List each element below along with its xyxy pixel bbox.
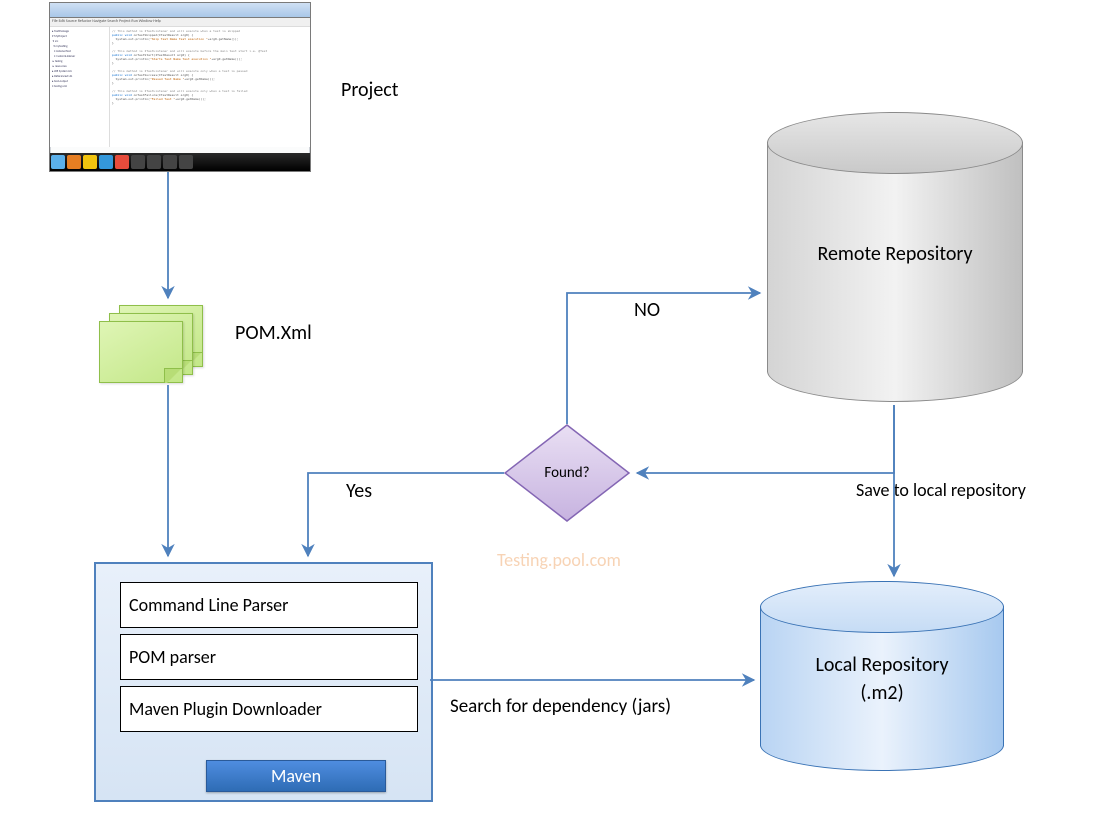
found-decision: Found? [503,423,631,523]
watermark: Testing.pool.com [497,549,621,571]
ide-menubar: File Edit Source Refactor Navigate Searc… [50,18,310,27]
arrow-no-to-remote [567,293,760,424]
local-repo-label-1: Local Repository [760,653,1004,677]
save-label: Save to local repository [856,479,1026,501]
local-repo-label-2: (.m2) [760,681,1004,705]
yes-label: Yes [346,479,372,503]
search-label: Search for dependency (jars) [450,695,671,718]
arrow-yes-to-maven [308,473,504,556]
maven-box: Command Line Parser POM parser Maven Plu… [94,562,433,802]
pom-xml-docs [99,305,199,380]
remote-repo-label: Remote Repository [767,242,1023,266]
ide-screenshot: File Edit Source Refactor Navigate Searc… [49,2,311,172]
no-label: NO [634,298,660,322]
project-label: Project [341,78,398,102]
maven-item-plugin-downloader: Maven Plugin Downloader [120,686,418,732]
local-repository: Local Repository (.m2) [760,581,1004,771]
pom-label: POM.Xml [235,321,312,345]
remote-repository: Remote Repository [767,112,1023,402]
arrow-remote-to-found [637,405,894,473]
found-label: Found? [503,423,631,523]
maven-item-pom-parser: POM parser [120,634,418,680]
maven-badge: Maven [206,760,386,792]
maven-item-cli-parser: Command Line Parser [120,582,418,628]
